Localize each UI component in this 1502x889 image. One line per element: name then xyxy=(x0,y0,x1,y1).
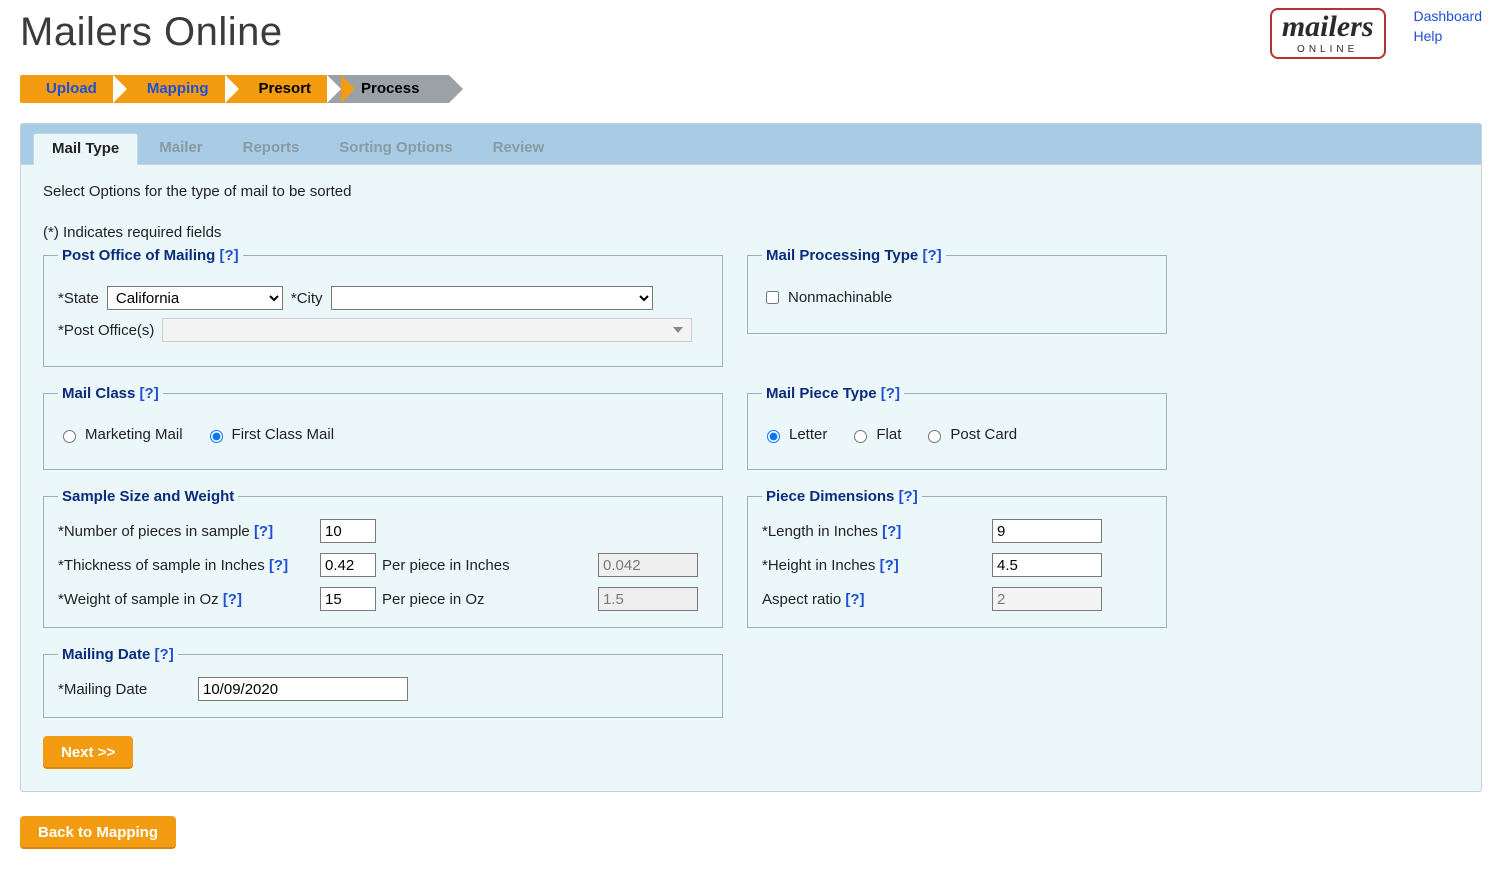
wizard-steps: Upload Mapping Presort Process xyxy=(20,75,1482,103)
sample-thick-label: *Thickness of sample in Inches xyxy=(58,557,265,574)
mail-class-marketing-text: Marketing Mail xyxy=(85,426,183,443)
back-to-mapping-button[interactable]: Back to Mapping xyxy=(20,816,176,849)
nonmachinable-text: Nonmachinable xyxy=(788,289,892,306)
piece-type-help-icon[interactable]: [?] xyxy=(881,385,900,402)
mail-class-fieldset: Mail Class [?] Marketing Mail First Clas… xyxy=(43,385,723,470)
tab-review[interactable]: Review xyxy=(474,132,564,164)
required-note: (*) Indicates required fields xyxy=(43,224,1459,241)
aspect-label: Aspect ratio xyxy=(762,591,841,608)
post-offices-label: *Post Office(s) xyxy=(58,322,154,339)
state-select[interactable]: California xyxy=(107,286,283,310)
sample-fieldset: Sample Size and Weight *Number of pieces… xyxy=(43,488,723,628)
step-upload[interactable]: Upload xyxy=(20,75,127,103)
brand-logo-main: mailers xyxy=(1282,12,1374,42)
mail-class-marketing-radio[interactable] xyxy=(63,430,76,443)
height-label: *Height in Inches xyxy=(762,557,875,574)
sample-num-input[interactable] xyxy=(320,519,376,543)
next-button[interactable]: Next >> xyxy=(43,736,133,769)
post-offices-select[interactable] xyxy=(162,318,692,342)
mailing-date-legend: Mailing Date xyxy=(62,646,150,663)
nonmachinable-checkbox[interactable] xyxy=(766,291,779,304)
length-label: *Length in Inches xyxy=(762,523,878,540)
piece-type-legend: Mail Piece Type xyxy=(766,385,877,402)
sample-per-weight-output xyxy=(598,587,698,611)
dashboard-link[interactable]: Dashboard xyxy=(1414,8,1483,24)
dimensions-legend: Piece Dimensions xyxy=(766,488,894,505)
piece-type-flat-text: Flat xyxy=(876,426,901,443)
tab-strip: Mail Type Mailer Reports Sorting Options… xyxy=(21,124,1481,165)
processing-type-help-icon[interactable]: [?] xyxy=(922,247,941,264)
sample-per-weight-label: Per piece in Oz xyxy=(376,591,598,608)
piece-type-letter-label[interactable]: Letter xyxy=(762,426,827,443)
piece-type-letter-radio[interactable] xyxy=(767,430,780,443)
sample-thick-input[interactable] xyxy=(320,553,376,577)
mailing-date-label: *Mailing Date xyxy=(58,681,198,698)
dimensions-fieldset: Piece Dimensions [?] *Length in Inches [… xyxy=(747,488,1167,628)
sample-num-help-icon[interactable]: [?] xyxy=(254,523,273,540)
help-link[interactable]: Help xyxy=(1414,28,1483,44)
length-help-icon[interactable]: [?] xyxy=(882,523,901,540)
piece-type-fieldset: Mail Piece Type [?] Letter Flat xyxy=(747,385,1167,470)
piece-type-postcard-text: Post Card xyxy=(950,426,1017,443)
sample-weight-help-icon[interactable]: [?] xyxy=(223,591,242,608)
tab-mail-type[interactable]: Mail Type xyxy=(33,133,138,165)
intro-text: Select Options for the type of mail to b… xyxy=(43,183,1459,200)
mailing-date-fieldset: Mailing Date [?] *Mailing Date xyxy=(43,646,723,718)
post-office-fieldset: Post Office of Mailing [?] *State Califo… xyxy=(43,247,723,367)
piece-type-postcard-radio[interactable] xyxy=(928,430,941,443)
processing-type-legend: Mail Processing Type xyxy=(766,247,918,264)
post-office-legend: Post Office of Mailing xyxy=(62,247,215,264)
sample-thick-help-icon[interactable]: [?] xyxy=(269,557,288,574)
mail-class-first-class-text: First Class Mail xyxy=(232,426,335,443)
sample-per-thick-label: Per piece in Inches xyxy=(376,557,598,574)
state-label: *State xyxy=(58,290,99,307)
piece-type-flat-label[interactable]: Flat xyxy=(849,426,901,443)
brand-logo: mailers ONLINE xyxy=(1270,8,1386,59)
sample-per-thick-output xyxy=(598,553,698,577)
piece-type-letter-text: Letter xyxy=(789,426,827,443)
mail-class-first-class-label[interactable]: First Class Mail xyxy=(205,426,335,443)
main-panel: Mail Type Mailer Reports Sorting Options… xyxy=(20,123,1482,792)
sample-num-label: *Number of pieces in sample xyxy=(58,523,250,540)
nonmachinable-label[interactable]: Nonmachinable xyxy=(762,288,892,307)
page-title: Mailers Online xyxy=(20,10,283,55)
height-help-icon[interactable]: [?] xyxy=(880,557,899,574)
chevron-down-icon xyxy=(673,327,683,333)
mail-class-first-class-radio[interactable] xyxy=(210,430,223,443)
sample-legend: Sample Size and Weight xyxy=(58,488,238,505)
tab-mailer[interactable]: Mailer xyxy=(140,132,221,164)
processing-type-fieldset: Mail Processing Type [?] Nonmachinable xyxy=(747,247,1167,334)
brand-logo-sub: ONLINE xyxy=(1282,44,1374,57)
dimensions-help-icon[interactable]: [?] xyxy=(899,488,918,505)
aspect-output xyxy=(992,587,1102,611)
city-select[interactable] xyxy=(331,286,653,310)
mail-class-legend: Mail Class xyxy=(62,385,135,402)
length-input[interactable] xyxy=(992,519,1102,543)
mail-class-help-icon[interactable]: [?] xyxy=(140,385,159,402)
city-label: *City xyxy=(291,290,323,307)
mail-class-marketing-label[interactable]: Marketing Mail xyxy=(58,426,183,443)
height-input[interactable] xyxy=(992,553,1102,577)
tab-sorting-options[interactable]: Sorting Options xyxy=(320,132,471,164)
post-office-help-icon[interactable]: [?] xyxy=(220,247,239,264)
aspect-help-icon[interactable]: [?] xyxy=(845,591,864,608)
piece-type-postcard-label[interactable]: Post Card xyxy=(923,426,1017,443)
mailing-date-input[interactable] xyxy=(198,677,408,701)
piece-type-flat-radio[interactable] xyxy=(854,430,867,443)
mailing-date-help-icon[interactable]: [?] xyxy=(155,646,174,663)
sample-weight-input[interactable] xyxy=(320,587,376,611)
tab-reports[interactable]: Reports xyxy=(224,132,319,164)
sample-weight-label: *Weight of sample in Oz xyxy=(58,591,219,608)
